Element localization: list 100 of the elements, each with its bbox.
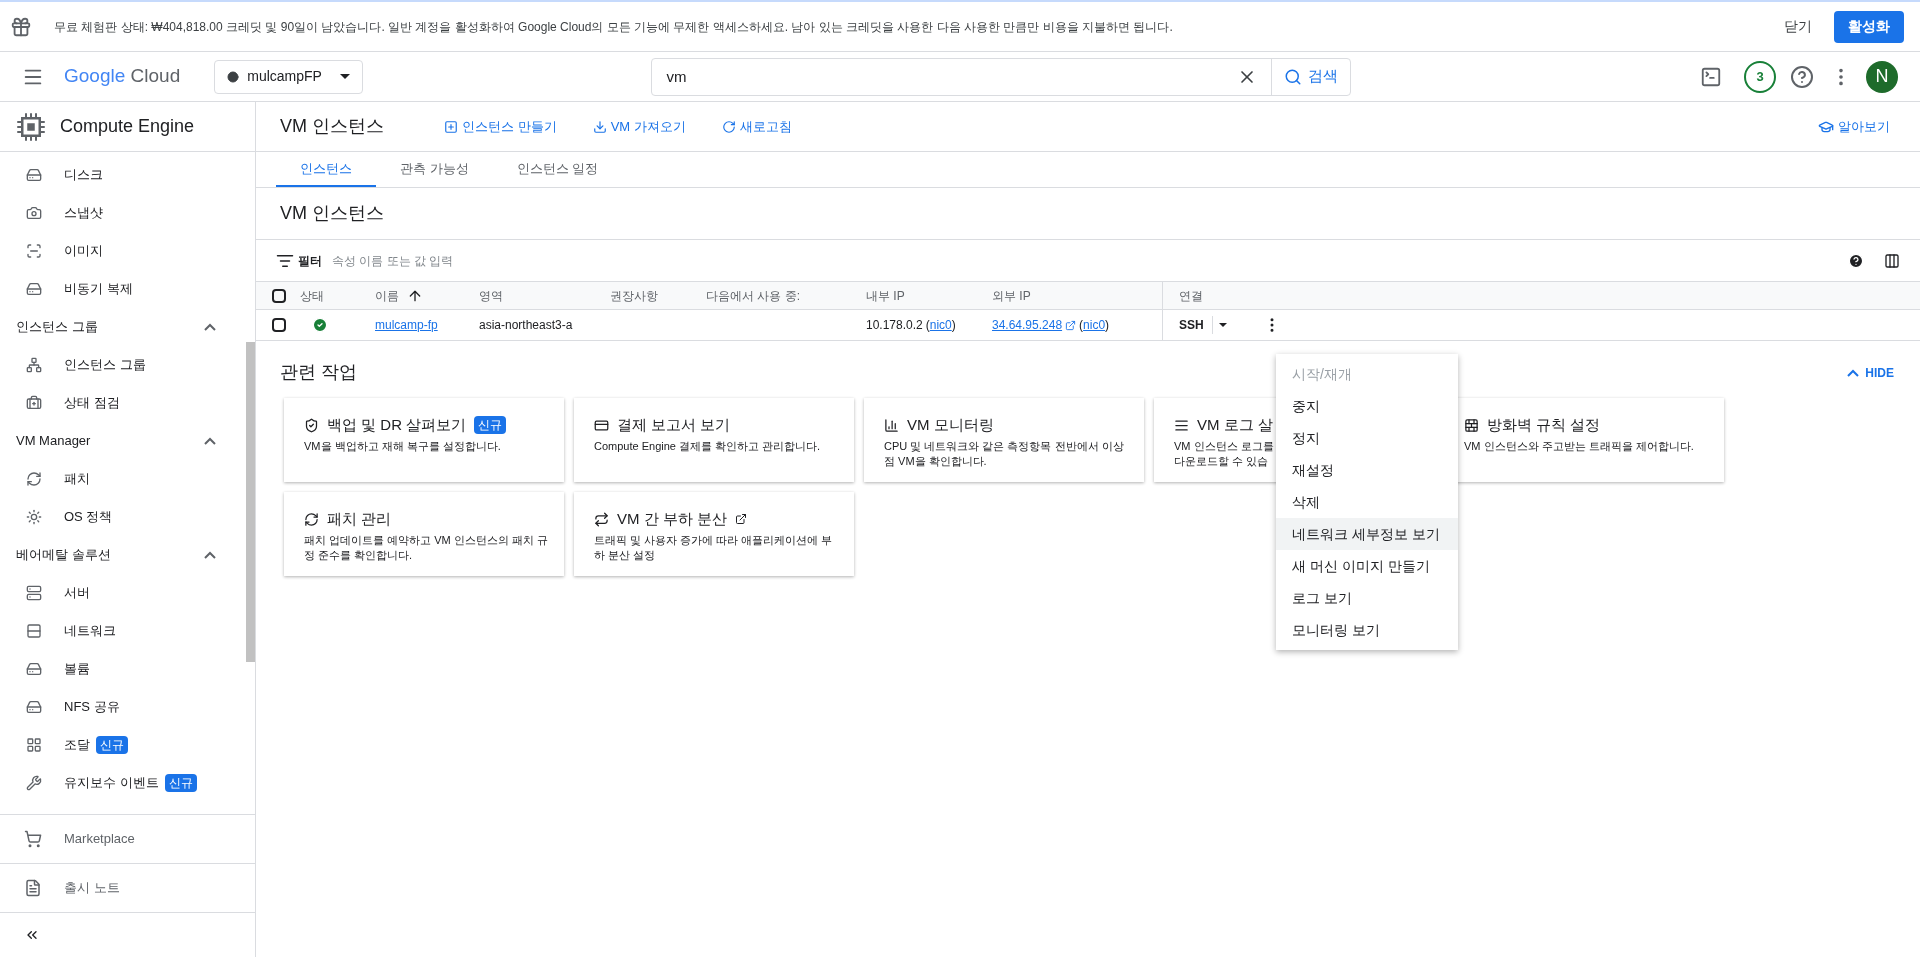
document-icon <box>24 879 42 897</box>
shield-icon <box>304 417 319 433</box>
sidebar-item[interactable]: 조달 신규 <box>0 726 246 764</box>
toolbar-button[interactable]: 인스턴스 만들기 <box>444 116 557 137</box>
toolbar-button[interactable]: 새로고침 <box>721 116 792 137</box>
external-ip-link[interactable]: 34.64.95.248 <box>992 316 1063 334</box>
new-badge: 신규 <box>96 736 128 754</box>
activate-button[interactable]: 활성화 <box>1834 10 1904 43</box>
grid-icon <box>26 737 42 753</box>
sidebar-item[interactable]: 볼륨 <box>0 650 246 688</box>
avatar[interactable]: N <box>1866 60 1898 93</box>
caret-icon[interactable] <box>1218 323 1227 327</box>
sidebar-item[interactable]: 패치 <box>0 460 246 498</box>
help-icon[interactable] <box>1790 64 1814 89</box>
download-icon <box>592 119 607 134</box>
chevron-icon[interactable] <box>204 437 216 445</box>
hierarchy-icon <box>26 357 42 373</box>
action-card[interactable]: 결제 보고서 보기 Compute Engine 결제를 확인하고 관리합니다. <box>574 398 854 482</box>
camera-icon <box>26 205 42 221</box>
chip-icon <box>16 111 46 142</box>
external-link-icon <box>1065 319 1077 331</box>
page-title: VM 인스턴스 <box>280 115 384 138</box>
card-title: 결제 보고서 보기 <box>617 415 731 435</box>
sidebar-item[interactable]: 상태 점검 <box>0 384 246 422</box>
dismiss-button[interactable]: 닫기 <box>1772 9 1824 44</box>
card-title: 백업 및 DR 살펴보기 <box>327 415 467 435</box>
column-header: 다음에서 사용 중: <box>706 287 800 305</box>
caret-icon[interactable] <box>339 74 350 79</box>
search-input[interactable]: vm <box>652 58 1238 95</box>
row-checkbox[interactable] <box>272 318 286 332</box>
table-cell-text: ( <box>925 317 930 334</box>
menu-item[interactable]: 새 머신 이미지 만들기 <box>1276 550 1458 582</box>
tab[interactable]: 인스턴스 <box>276 152 376 187</box>
action-card[interactable]: VM 모니터링 CPU 및 네트워크와 같은 측정항목 전반에서 이상점 VM을 확인합니다. <box>864 398 1144 482</box>
new-badge: 신규 <box>474 416 507 435</box>
sidebar-item[interactable]: 네트워크 <box>0 612 246 650</box>
sidebar-item[interactable]: 스냅샷 <box>0 194 246 232</box>
card-description: VM을 백업하고 재해 복구를 설정합니다. <box>304 438 502 454</box>
section-label: 베어메탈 솔루션 <box>16 546 112 565</box>
action-card[interactable]: 패치 관리 패치 업데이트를 예약하고 VM 인스턴스의 패치 규정 준수를 확인합니다. <box>284 492 564 576</box>
card-description: VM 인스턴스와 주고받는 트래픽을 제어합니다. <box>1464 438 1695 454</box>
tab[interactable]: 관측 가능성 <box>376 152 493 187</box>
menu-item[interactable]: 로그 보기 <box>1276 582 1458 614</box>
project-picker[interactable]: mulcampFP <box>214 59 363 94</box>
filter-field[interactable]: 속성 이름 또는 값 입력 <box>332 251 1848 270</box>
hide-button[interactable]: HIDE <box>1847 363 1894 382</box>
search-button[interactable]: 검색 <box>1271 58 1351 95</box>
section-label: 인스턴스 그룹 <box>16 318 99 337</box>
card-description: CPU 및 네트워크와 같은 측정항목 전반에서 이상점 VM을 확인합니다. <box>884 438 1125 469</box>
select-all-checkbox[interactable] <box>272 288 286 303</box>
sidebar-item[interactable]: 비동기 복제 <box>0 270 246 308</box>
columns-icon[interactable] <box>1884 252 1900 269</box>
medical-kit-icon <box>26 395 42 411</box>
wrench-icon <box>26 775 42 791</box>
instance-link[interactable]: mulcamp-fp <box>375 316 438 334</box>
table-cell-text: ( <box>1079 317 1084 334</box>
table-cell-text: ) <box>951 317 956 334</box>
toolbar-button[interactable]: VM 가져오기 <box>592 116 686 137</box>
trial-status-text: 무료 체험판 상태: ₩404,818.00 크레딧 및 90일이 남았습니다. 일반 계정을 활성화하여 Google Cloud의 모든 기능에 무제한 액세스하세요. 남아 있는 크레딧을 사용한 다음 사용한 만큼만 비용을 지불하면 됩니다. <box>54 18 1174 36</box>
learn-button[interactable]: 알아보기 <box>1818 116 1890 137</box>
cart-icon <box>24 830 42 848</box>
ssh-button[interactable]: SSH <box>1179 316 1213 334</box>
sidebar-item[interactable]: NFS 공유 <box>0 688 246 726</box>
bar-chart-icon <box>884 417 899 433</box>
sidebar-item[interactable]: 서버 <box>0 574 246 612</box>
menu-item[interactable]: 네트워크 세부정보 보기 <box>1276 518 1458 550</box>
section-label: VM Manager <box>16 432 92 451</box>
chevron-icon[interactable] <box>204 323 216 331</box>
tab[interactable]: 인스턴스 일정 <box>492 152 623 187</box>
card-description: 패치 업데이트를 예약하고 VM 인스턴스의 패치 규정 준수를 확인합니다. <box>304 532 548 563</box>
scrollbar-thumb[interactable] <box>246 342 255 662</box>
terminal-icon[interactable] <box>1700 65 1722 88</box>
nic-link[interactable]: nic0 <box>1083 316 1106 334</box>
project-icon <box>227 70 240 83</box>
related-title: 관련 작업 <box>280 361 357 384</box>
menu-item[interactable]: 모니터링 보기 <box>1276 614 1458 646</box>
table-cell-text: 10.178.0.2 <box>866 317 923 334</box>
google-cloud-logo[interactable]: Google Cloud <box>64 62 181 91</box>
sidebar-footer-item[interactable]: 출시 노트 <box>0 863 255 912</box>
chevron-icon[interactable] <box>1847 368 1860 377</box>
search-field[interactable]: vm 검색 <box>651 57 1352 96</box>
menu-item[interactable]: 삭제 <box>1276 486 1458 518</box>
action-card[interactable]: 백업 및 DR 살펴보기 신규 VM을 백업하고 재해 복구를 설정합니다. <box>284 398 564 482</box>
sidebar-item[interactable]: 디스크 <box>0 156 246 194</box>
chevron-icon[interactable] <box>204 551 216 559</box>
sidebar-item[interactable]: 유지보수 이벤트 신규 <box>0 764 246 802</box>
gift-icon <box>10 15 32 38</box>
refresh-icon <box>304 511 319 527</box>
sidebar-item[interactable]: 이미지 <box>0 232 246 270</box>
card-title: 방화벽 규칙 설정 <box>1487 415 1601 435</box>
search-icon <box>1284 67 1303 86</box>
sidebar-item[interactable]: OS 정책 <box>0 498 246 536</box>
action-card[interactable]: VM 간 부하 분산 트래픽 및 사용자 증가에 따라 애플리케이션에 부하 분산 설정 <box>574 492 854 576</box>
sidebar-footer-item[interactable]: Marketplace <box>0 814 255 863</box>
wall-icon <box>1464 417 1479 433</box>
sidebar-item[interactable]: 인스턴스 그룹 <box>0 346 246 384</box>
notification-count[interactable]: 3 <box>1744 60 1776 93</box>
repeat-icon <box>594 511 609 527</box>
rows-icon <box>26 623 42 639</box>
sun-icon <box>26 509 42 525</box>
